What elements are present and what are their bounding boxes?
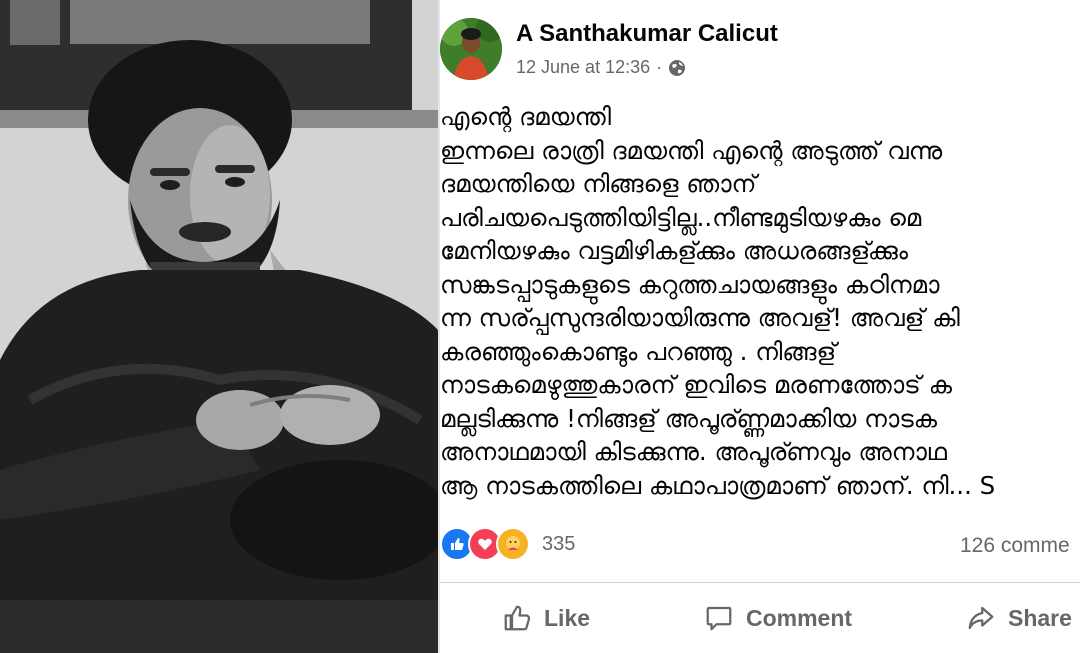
post-body: എന്റെ ദമയന്തി ഇന്നലെ രാത്രി ദമയന്തി എന്റ… [440,100,1080,502]
share-button[interactable]: Share [966,598,1072,638]
post-timestamp[interactable]: 12 June at 12:36 [516,57,650,78]
author-name[interactable]: A Santhakumar Calicut [516,20,778,48]
post-line: പരിചയപെടുത്തിയിട്ടില്ല..നീണ്ടമുടിയഴകും മ… [440,202,922,232]
reaction-count: 335 [542,532,576,555]
actions-divider [440,582,1080,583]
reactions-summary[interactable]: 335 [440,527,575,561]
author-photo [0,0,438,653]
meta-separator: · [656,57,663,77]
post-line: എന്റെ ദമയന്തി [440,102,612,131]
globe-icon[interactable] [668,59,686,77]
facebook-post: A Santhakumar Calicut 12 June at 12:36 ·… [440,0,1080,653]
care-icon [496,527,530,561]
like-label: Like [544,604,591,631]
comment-icon [706,606,732,631]
post-line: ന്ന സര്പ്പസുന്ദരിയായിരുന്നു അവള്! അവള് ക… [440,303,960,332]
comment-label: Comment [746,604,853,631]
thumbs-up-icon [504,605,531,631]
share-arrow-icon [968,606,994,630]
post-meta: 12 June at 12:36 · [516,57,686,78]
post-line: അനാഥമായി കിടക്കുന്നു. അപൂര്ണവും അനാഥ [440,437,947,466]
post-line: കരഞ്ഞുംകൊണ്ടും പറഞ്ഞു . നിങ്ങള് [440,336,837,366]
post-line: മല്ലടിക്കുന്നു !നിങ്ങള് അപൂര്ണ്ണമാക്കിയ … [440,403,938,433]
comment-button[interactable]: Comment [704,598,852,638]
post-line: മേനിയഴകും വട്ടമിഴികള്ക്കും അധരങ്ങള്ക്കും [440,236,909,265]
author-avatar[interactable] [440,18,502,80]
post-line: സങ്കടപ്പാടുകളുടെ കറുത്തചായങ്ങളും കഠിനമാ [440,269,940,299]
comments-count[interactable]: 126 comme [960,534,1070,558]
post-line: നാടകമെഴുത്തുകാരന് ഇവിടെ മരണത്തോട് ക [440,370,952,399]
portrait-illustration [0,0,438,653]
post-line: ഇന്നലെ രാത്രി ദമയന്തി എന്റെ അടുത്ത് വന്ന… [440,135,943,165]
share-label: Share [1008,604,1072,631]
post-line: ദമയന്തിയെ നിങ്ങളെ ഞാന് [440,169,757,198]
post-line: ആ നാടകത്തിലെ കഥാപാത്രമാണ് ഞാന്. നി... S [440,470,996,500]
like-button[interactable]: Like [502,598,590,638]
